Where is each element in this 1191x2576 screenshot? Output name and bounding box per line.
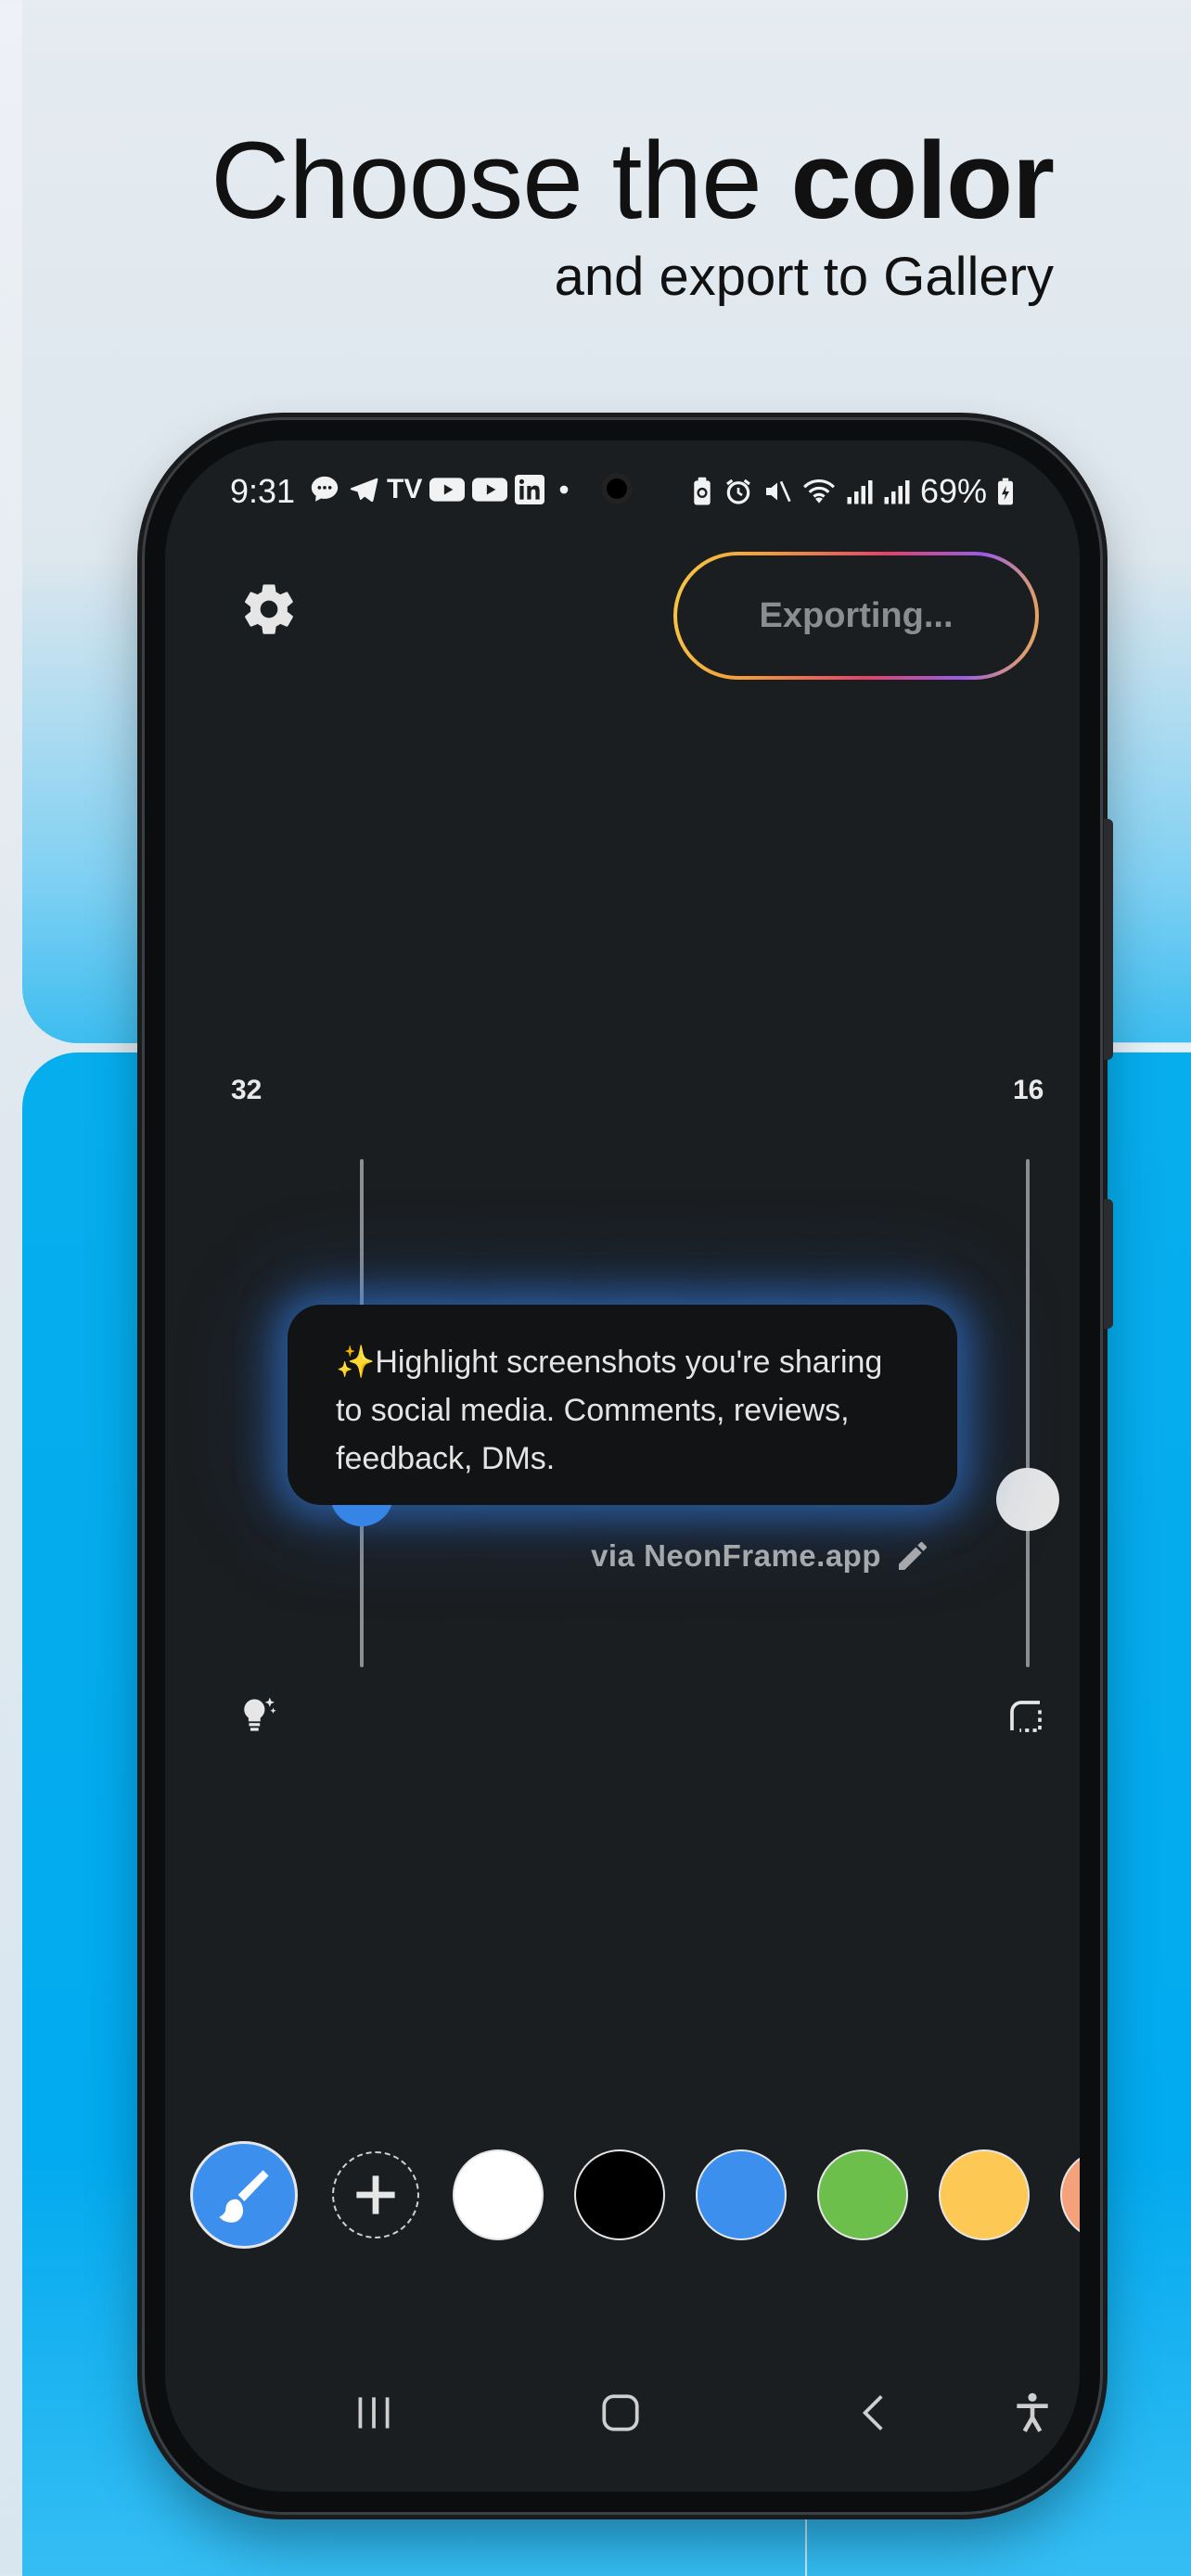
left-slider-value: 32: [231, 1075, 263, 1105]
right-slider-value: 16: [1013, 1075, 1044, 1105]
volume-button: [1104, 819, 1113, 1060]
plus-icon: [356, 2175, 395, 2214]
home-icon[interactable]: [597, 2390, 644, 2436]
headline-subtitle: and export to Gallery: [554, 247, 1054, 307]
right-slider-thumb[interactable]: [996, 1468, 1059, 1532]
export-button[interactable]: Exporting...: [673, 552, 1039, 680]
wifi-icon: [802, 479, 835, 504]
status-bar: 9:31 TV 69%: [165, 440, 1080, 529]
status-time: 9:31: [230, 472, 296, 510]
recents-icon[interactable]: [351, 2390, 397, 2436]
back-icon[interactable]: [852, 2390, 898, 2436]
pencil-icon[interactable]: [894, 1537, 931, 1575]
corner-radius-icon: [1010, 1701, 1042, 1732]
color-swatch[interactable]: [698, 2151, 785, 2238]
watermark-label: via NeonFrame.app: [591, 1538, 881, 1573]
power-button: [1104, 1199, 1113, 1329]
battery-saver-icon: [694, 477, 711, 505]
brush-icon: [219, 2170, 269, 2223]
signal-icon: [847, 480, 873, 504]
app-screen: 9:31 TV 69% Exporting... 32 16 ✨Highligh…: [165, 440, 1080, 2492]
headline: Choose the color and export to Gallery: [211, 120, 1055, 310]
battery-icon: [998, 478, 1013, 505]
color-swatch[interactable]: [1062, 2151, 1080, 2238]
navigation-bar: [165, 2380, 1080, 2455]
youtube-icon: [472, 478, 508, 502]
watermark-link[interactable]: via NeonFrame.app: [591, 1537, 931, 1575]
telegram-icon: [350, 478, 378, 503]
linkedin-icon: [515, 475, 545, 504]
chat-icon: [311, 476, 339, 502]
battery-percent: 69%: [919, 472, 987, 510]
headline-title: Choose the color: [211, 120, 1055, 242]
phone-frame: 9:31 TV 69% Exporting... 32 16 ✨Highligh…: [145, 420, 1113, 2512]
color-swatch[interactable]: [819, 2151, 906, 2238]
brush-color-button[interactable]: [193, 2144, 295, 2246]
youtube-icon: [429, 478, 466, 502]
notification-icons: TV: [309, 472, 576, 507]
right-slider-track[interactable]: [1026, 1159, 1030, 1667]
color-palette: [165, 2144, 1080, 2263]
bulb-sparkle-icon: [244, 1697, 276, 1731]
add-color-button[interactable]: [332, 2151, 419, 2238]
dot-icon: [560, 485, 569, 494]
highlight-card[interactable]: ✨Highlight screenshots you're sharing to…: [288, 1305, 957, 1505]
color-swatch[interactable]: [455, 2151, 542, 2238]
export-button-label: Exporting...: [677, 555, 1035, 676]
color-swatch[interactable]: [576, 2151, 663, 2238]
alarm-icon: [725, 478, 750, 504]
settings-gear-icon[interactable]: [239, 580, 299, 639]
mute-icon: [765, 480, 791, 503]
card-text: ✨Highlight screenshots you're sharing to…: [336, 1345, 883, 1476]
accessibility-icon[interactable]: [1009, 2390, 1056, 2436]
color-swatch[interactable]: [941, 2151, 1028, 2238]
tradingview-icon: TV: [387, 474, 423, 504]
system-status-icons: 69%: [690, 472, 1015, 511]
front-camera: [601, 473, 633, 504]
signal-icon: [884, 480, 910, 504]
